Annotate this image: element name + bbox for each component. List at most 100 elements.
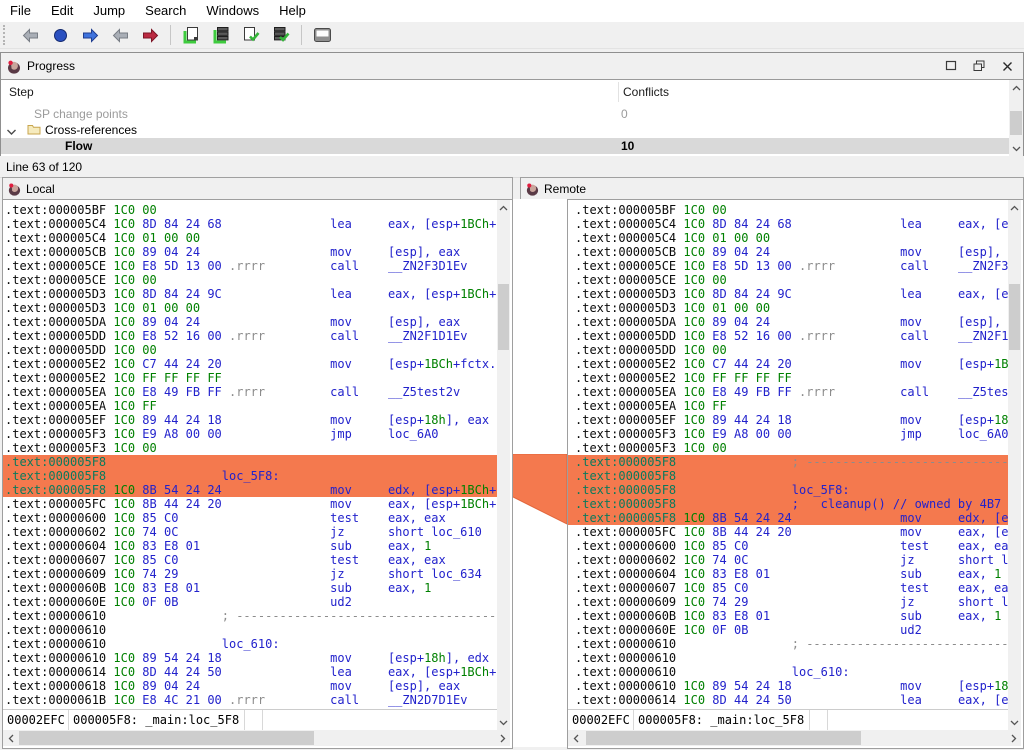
nav-forward-blue-icon[interactable] <box>77 24 103 46</box>
disasm-line[interactable]: .text:00000618 1C0 89 04 24 mov [esp], e… <box>3 679 497 693</box>
disasm-line[interactable]: .text:000005D3 1C0 01 00 00 <box>568 301 1008 315</box>
disasm-line[interactable]: .text:000005DA 1C0 89 04 24 mov [esp], e <box>568 315 1008 329</box>
disasm-line[interactable]: .text:000005F8 ; -----------------------… <box>568 455 1008 469</box>
disasm-line[interactable]: .text:000005EA 1C0 FF <box>568 399 1008 413</box>
progress-scrollbar[interactable] <box>1009 80 1023 156</box>
disasm-line[interactable]: .text:000005CE 1C0 E8 5D 13 00 .rrrr cal… <box>568 259 1008 273</box>
disasm-line[interactable]: .text:000005C4 1C0 8D 84 24 68 lea eax, … <box>568 217 1008 231</box>
disasm-line[interactable]: .text:00000607 1C0 85 C0 test eax, eax <box>568 581 1008 595</box>
disasm-line[interactable]: .text:0000061B 1C0 E8 4C 21 00 .rrrr cal… <box>3 693 497 707</box>
menu-item-windows[interactable]: Windows <box>196 0 269 22</box>
disasm-line[interactable]: .text:00000600 1C0 85 C0 test eax, eax <box>3 511 497 525</box>
disasm-line[interactable]: .text:000005FC 1C0 8B 44 24 20 mov eax, … <box>3 497 497 511</box>
disasm-line[interactable]: .text:00000600 1C0 85 C0 test eax, eax <box>568 539 1008 553</box>
disasm-line[interactable]: .text:000005F8 loc_5F8: <box>568 483 1008 497</box>
disasm-line[interactable]: .text:00000610 loc_610: <box>3 637 497 651</box>
disasm-line[interactable]: .text:00000607 1C0 85 C0 test eax, eax <box>3 553 497 567</box>
disasm-line[interactable]: .text:00000604 1C0 83 E8 01 sub eax, 1 <box>3 539 497 553</box>
remote-vscrollbar[interactable] <box>1008 200 1021 730</box>
disasm-line[interactable]: .text:000005C4 1C0 01 00 00 <box>3 231 497 245</box>
menu-item-file[interactable]: File <box>0 0 41 22</box>
disasm-line[interactable]: .text:00000610 <box>568 651 1008 665</box>
scroll-down-icon[interactable] <box>497 715 510 730</box>
disasm-line[interactable]: .text:000005C4 1C0 01 00 00 <box>568 231 1008 245</box>
local-code-view[interactable]: .text:000005BF 1C0 00.text:000005C4 1C0 … <box>3 203 497 709</box>
progress-row-sp-change-points[interactable]: SP change points0 <box>1 106 1009 122</box>
maximize-button[interactable] <box>937 54 965 78</box>
disasm-line[interactable]: .text:000005E2 1C0 FF FF FF FF <box>3 371 497 385</box>
disasm-line[interactable]: .text:000005DD 1C0 E8 52 16 00 .rrrr cal… <box>3 329 497 343</box>
disasm-line[interactable]: .text:000005F3 1C0 00 <box>3 441 497 455</box>
scrollbar-thumb[interactable] <box>19 731 314 745</box>
disasm-line[interactable]: .text:000005F8 1C0 8B 54 24 24 mov edx, … <box>3 483 497 497</box>
disasm-line[interactable]: .text:000005D3 1C0 01 00 00 <box>3 301 497 315</box>
disasm-line[interactable]: .text:00000609 1C0 74 29 jz short lo <box>568 595 1008 609</box>
local-pane-header[interactable]: Local <box>2 177 513 200</box>
disasm-line[interactable]: .text:0000060E 1C0 0F 0B ud2 <box>3 595 497 609</box>
disasm-line[interactable]: .text:000005DD 1C0 00 <box>568 343 1008 357</box>
db-green-icon[interactable] <box>208 24 234 46</box>
menu-item-search[interactable]: Search <box>135 0 196 22</box>
disasm-line[interactable]: .text:000005FC 1C0 8B 44 24 20 mov eax, … <box>568 525 1008 539</box>
nav-back-gray2-icon[interactable] <box>107 24 133 46</box>
disasm-line[interactable]: .text:000005CB 1C0 89 04 24 mov [esp], e… <box>3 245 497 259</box>
disasm-line[interactable]: .text:000005F8 loc_5F8: <box>3 469 497 483</box>
monitor-icon[interactable] <box>309 24 335 46</box>
disasm-line[interactable]: .text:000005EA 1C0 FF <box>3 399 497 413</box>
disasm-line[interactable]: .text:000005C4 1C0 8D 84 24 68 lea eax, … <box>3 217 497 231</box>
disasm-line[interactable]: .text:00000610 ; -----------------------… <box>3 609 497 623</box>
disasm-line[interactable]: .text:000005F8 <box>568 469 1008 483</box>
disasm-line[interactable]: .text:000005EA 1C0 E8 49 FB FF .rrrr cal… <box>3 385 497 399</box>
disasm-line[interactable]: .text:0000060E 1C0 0F 0B ud2 <box>568 623 1008 637</box>
disasm-line[interactable]: .text:000005F3 1C0 E9 A8 00 00 jmp loc_6… <box>568 427 1008 441</box>
scroll-up-icon[interactable] <box>1008 200 1021 215</box>
disasm-line[interactable]: .text:00000610 <box>3 623 497 637</box>
disasm-line[interactable]: .text:000005E2 1C0 C7 44 24 20 mov [esp+… <box>3 357 497 371</box>
scroll-right-icon[interactable] <box>495 730 510 746</box>
disasm-line[interactable]: .text:00000614 1C0 8D 44 24 50 lea eax, … <box>3 665 497 679</box>
disasm-line[interactable]: .text:000005EA 1C0 E8 49 FB FF .rrrr cal… <box>568 385 1008 399</box>
doc-green-icon[interactable] <box>178 24 204 46</box>
stop-circle-blue-icon[interactable] <box>47 24 73 46</box>
db-check-icon[interactable] <box>268 24 294 46</box>
disasm-line[interactable]: .text:000005BF 1C0 00 <box>568 203 1008 217</box>
progress-row-flow[interactable]: Flow10 <box>1 138 1009 154</box>
disasm-line[interactable]: .text:00000609 1C0 74 29 jz short loc_63… <box>3 567 497 581</box>
column-header-conflicts[interactable]: Conflicts <box>623 85 669 99</box>
disasm-line[interactable]: .text:000005DD 1C0 00 <box>3 343 497 357</box>
disasm-line[interactable]: .text:000005CB 1C0 89 04 24 mov [esp], e <box>568 245 1008 259</box>
remote-hscrollbar[interactable] <box>568 730 1021 746</box>
menu-item-help[interactable]: Help <box>269 0 316 22</box>
scroll-left-icon[interactable] <box>3 730 18 746</box>
disasm-line[interactable]: .text:000005EF 1C0 89 44 24 18 mov [esp+… <box>568 413 1008 427</box>
disasm-line[interactable]: .text:000005EF 1C0 89 44 24 18 mov [esp+… <box>3 413 497 427</box>
disasm-line[interactable]: .text:000005D3 1C0 8D 84 24 9C lea eax, … <box>3 287 497 301</box>
disasm-line[interactable]: .text:000005F3 1C0 00 <box>568 441 1008 455</box>
scroll-left-icon[interactable] <box>568 730 583 746</box>
disasm-line[interactable]: .text:000005E2 1C0 C7 44 24 20 mov [esp+… <box>568 357 1008 371</box>
disasm-line[interactable]: .text:000005CE 1C0 00 <box>3 273 497 287</box>
scroll-right-icon[interactable] <box>1006 730 1021 746</box>
scroll-down-icon[interactable] <box>1009 141 1023 156</box>
menu-item-edit[interactable]: Edit <box>41 0 83 22</box>
restore-button[interactable] <box>965 54 993 78</box>
disasm-line[interactable]: .text:00000604 1C0 83 E8 01 sub eax, 1 <box>568 567 1008 581</box>
column-header-step[interactable]: Step <box>9 85 34 99</box>
disasm-line[interactable]: .text:000005E2 1C0 FF FF FF FF <box>568 371 1008 385</box>
menu-item-jump[interactable]: Jump <box>83 0 135 22</box>
progress-row-cross-references[interactable]: Cross-references <box>1 122 1009 138</box>
doc-check-icon[interactable] <box>238 24 264 46</box>
disasm-line[interactable]: .text:000005DA 1C0 89 04 24 mov [esp], e… <box>3 315 497 329</box>
scrollbar-thumb[interactable] <box>1009 284 1020 350</box>
disasm-line[interactable]: .text:000005D3 1C0 8D 84 24 9C lea eax, … <box>568 287 1008 301</box>
remote-pane-header[interactable]: Remote <box>520 177 1024 200</box>
scroll-down-icon[interactable] <box>1008 715 1021 730</box>
disasm-line[interactable]: .text:0000060B 1C0 83 E8 01 sub eax, 1 <box>568 609 1008 623</box>
scroll-up-icon[interactable] <box>497 200 510 215</box>
disasm-line[interactable]: .text:000005F3 1C0 E9 A8 00 00 jmp loc_6… <box>3 427 497 441</box>
nav-forward-red-icon[interactable] <box>137 24 163 46</box>
scrollbar-thumb[interactable] <box>1010 111 1022 135</box>
remote-code-view[interactable]: .text:000005BF 1C0 00.text:000005C4 1C0 … <box>568 203 1008 709</box>
disasm-line[interactable]: .text:000005F8 <box>3 455 497 469</box>
disasm-line[interactable]: .text:00000610 1C0 89 54 24 18 mov [esp+… <box>3 651 497 665</box>
